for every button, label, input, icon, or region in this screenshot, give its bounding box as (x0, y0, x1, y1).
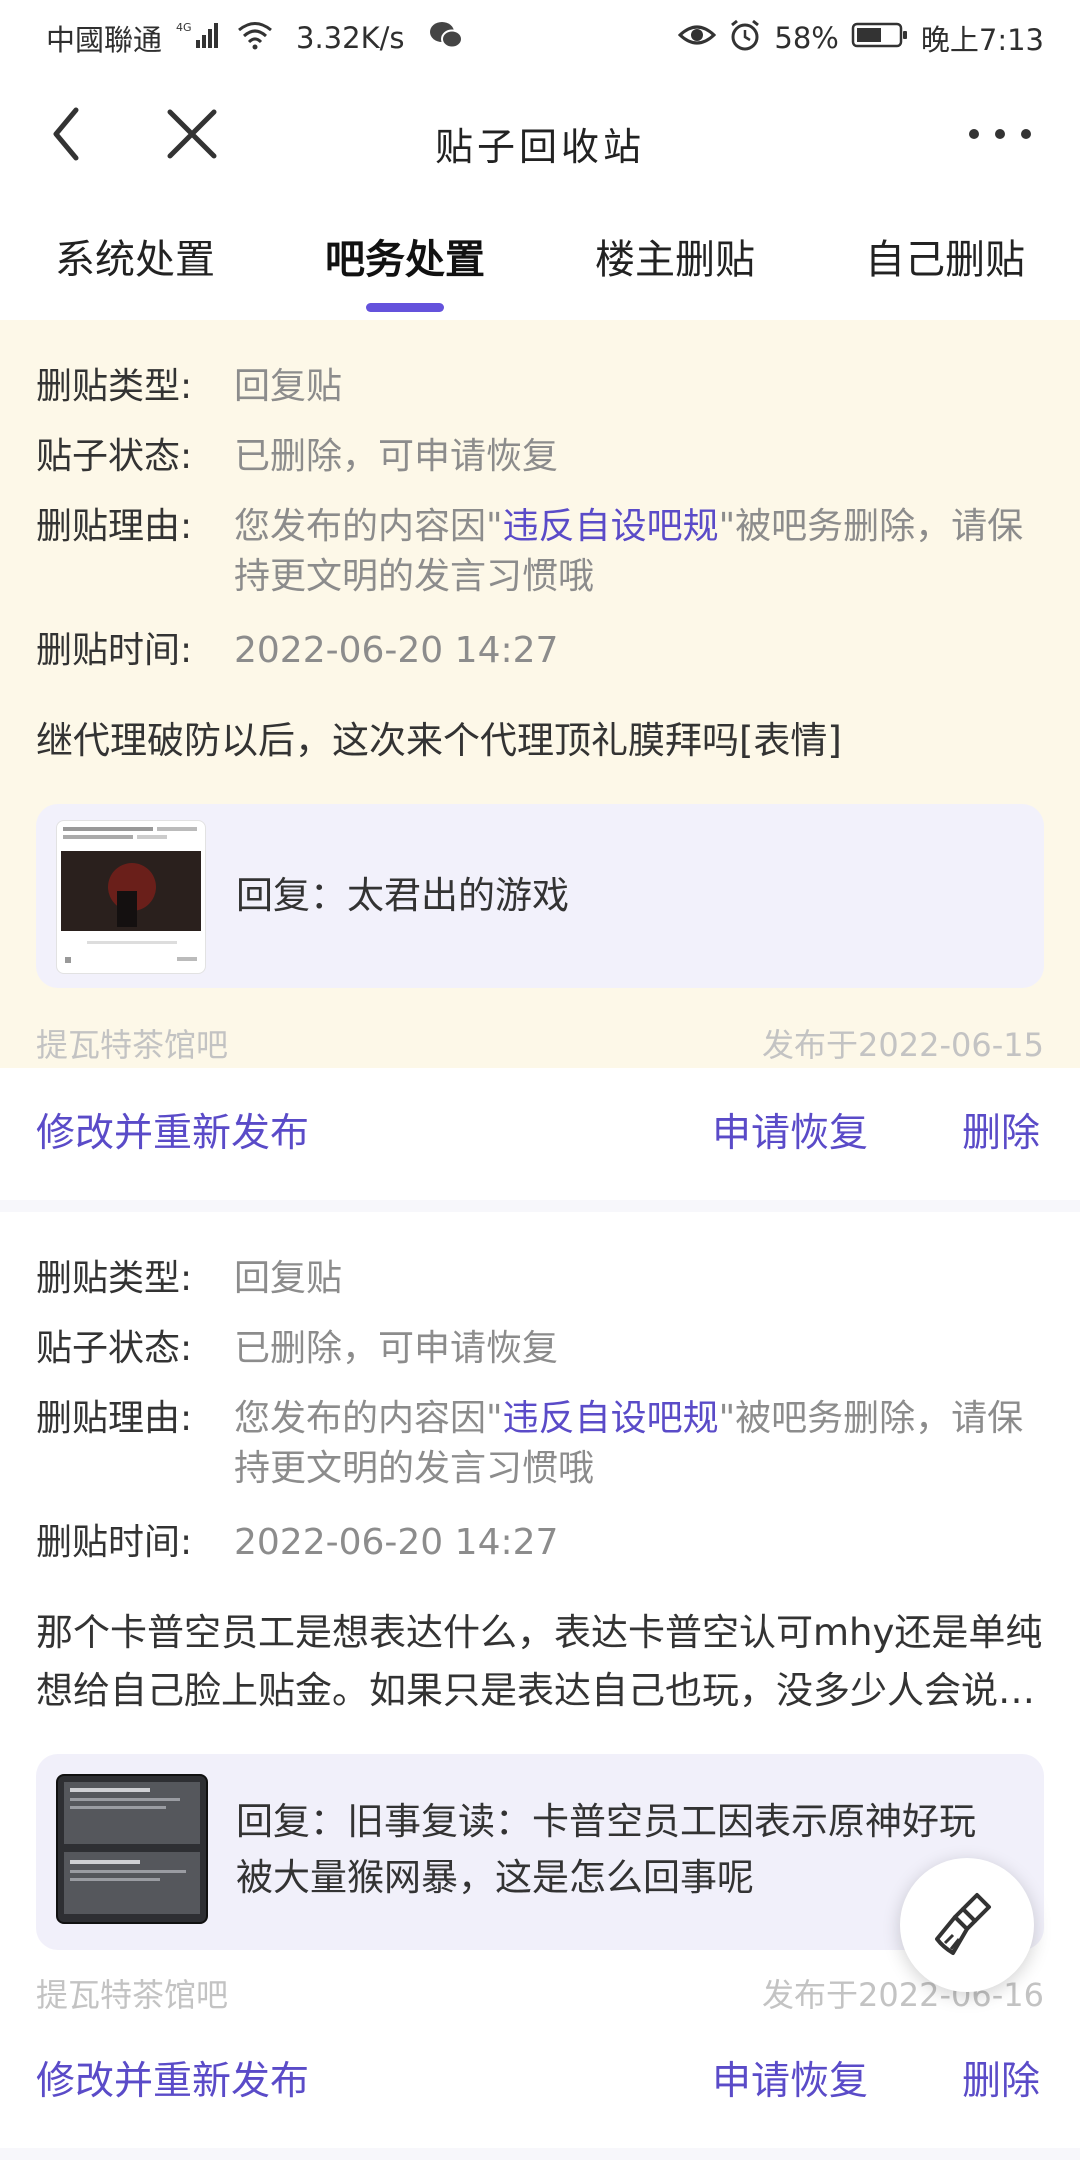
tab-self[interactable]: 自己删贴 (810, 200, 1080, 320)
battery-percent: 58% (774, 21, 839, 55)
eye-icon (678, 21, 717, 56)
delete-time-value: 2022-06-20 14:27 (234, 630, 559, 671)
delete-time-row: 删贴时间: 2022-06-20 14:27 (36, 1518, 1044, 1568)
tab-system[interactable]: 系统处置 (0, 200, 270, 320)
post-content: 继代理破防以后，这次来个代理顶礼膜拜吗[表情] (36, 719, 842, 762)
request-restore-button[interactable]: 申请恢复 (712, 2016, 868, 2148)
title-bar: 贴子回收站 (0, 76, 1080, 200)
delete-reason-row: 删贴理由: 您发布的内容因"违反自设吧规"被吧务删除，请保持更文明的发言习惯哦 (36, 502, 1044, 602)
edit-repost-button[interactable]: 修改并重新发布 (36, 1068, 309, 1200)
delete-type-row: 删贴类型: 回复贴 (36, 1254, 1044, 1304)
wifi-icon (236, 20, 274, 57)
clock-time: 晚上7:13 (920, 23, 1044, 57)
reason-rule-link[interactable]: 违反自设吧规 (503, 506, 719, 547)
tab-admin[interactable]: 吧务处置 (270, 200, 540, 320)
tab-bar: 系统处置 吧务处置 楼主删贴 自己删贴 (0, 200, 1080, 320)
reason-prefix: 您发布的内容因" (234, 1398, 503, 1439)
signal-icon: 4G (176, 20, 222, 57)
reply-text: 回复：太君出的游戏 (236, 874, 569, 917)
post-meta: 提瓦特茶馆吧 发布于2022-06-16 (36, 1970, 1044, 2016)
delete-reason-value: 您发布的内容因"违反自设吧规"被吧务删除，请保持更文明的发言习惯哦 (234, 1394, 1044, 1494)
post-actions: 修改并重新发布 申请恢复 删除 (0, 2016, 1080, 2148)
reason-rule-link[interactable]: 违反自设吧规 (503, 1398, 719, 1439)
post-content: 那个卡普空员工是想表达什么，表达卡普空认可mhy还是单纯想给自己脸上贴金。如果只… (36, 1611, 1043, 1712)
more-dots-icon (969, 129, 1031, 139)
reply-thumbnail (56, 1774, 208, 1924)
delete-button[interactable]: 删除 (962, 1068, 1040, 1200)
reply-quote[interactable]: 回复：太君出的游戏 (36, 804, 1044, 988)
wechat-icon (428, 20, 464, 57)
carrier-label: 中國聯通 (46, 23, 163, 57)
delete-reason-label: 删贴理由: (36, 1398, 193, 1439)
reply-thumbnail (56, 820, 206, 974)
reason-prefix: 您发布的内容因" (234, 506, 503, 547)
status-bar: 中國聯通 4G 3.32K/s 58% 晚上7:13 (0, 0, 1080, 76)
reply-text: 回复：旧事复读：卡普空员工因表示原神好玩被大量猴网暴，这是怎么回事呢 (236, 1800, 976, 1899)
clear-fab-button[interactable] (900, 1858, 1034, 1992)
delete-type-value: 回复贴 (234, 1258, 343, 1299)
delete-time-label: 删贴时间: (36, 630, 193, 671)
forum-name[interactable]: 提瓦特茶馆吧 (36, 1026, 228, 1064)
alarm-icon (728, 19, 762, 58)
page-title: 贴子回收站 (434, 125, 645, 169)
request-restore-button[interactable]: 申请恢复 (712, 1068, 868, 1200)
post-status-label: 贴子状态: (36, 1328, 193, 1369)
post-status-label: 贴子状态: (36, 436, 193, 477)
delete-type-label: 删贴类型: (36, 1258, 193, 1299)
broom-icon (935, 1893, 991, 1955)
reply-quote[interactable]: 回复：旧事复读：卡普空员工因表示原神好玩被大量猴网暴，这是怎么回事呢 (36, 1754, 1044, 1950)
delete-type-row: 删贴类型: 回复贴 (36, 362, 1044, 412)
forum-name[interactable]: 提瓦特茶馆吧 (36, 1976, 228, 2014)
post-meta: 提瓦特茶馆吧 发布于2022-06-15 (36, 1020, 1044, 1066)
battery-icon (851, 21, 909, 56)
delete-time-label: 删贴时间: (36, 1522, 193, 1563)
edit-repost-button[interactable]: 修改并重新发布 (36, 2016, 309, 2148)
network-speed: 3.32K/s (296, 21, 405, 55)
delete-time-row: 删贴时间: 2022-06-20 14:27 (36, 626, 1044, 676)
publish-date: 发布于2022-06-15 (762, 1026, 1044, 1064)
delete-reason-value: 您发布的内容因"违反自设吧规"被吧务删除，请保持更文明的发言习惯哦 (234, 502, 1044, 602)
post-actions: 修改并重新发布 申请恢复 删除 (0, 1068, 1080, 1200)
tab-owner[interactable]: 楼主删贴 (540, 200, 810, 320)
delete-button[interactable]: 删除 (962, 2016, 1040, 2148)
delete-type-value: 回复贴 (234, 366, 343, 407)
svg-text:4G: 4G (176, 21, 192, 34)
post-status-value: 已删除，可申请恢复 (234, 1328, 559, 1369)
post-status-row: 贴子状态: 已删除，可申请恢复 (36, 432, 1044, 482)
post-status-row: 贴子状态: 已删除，可申请恢复 (36, 1324, 1044, 1374)
delete-reason-label: 删贴理由: (36, 506, 193, 547)
delete-reason-row: 删贴理由: 您发布的内容因"违反自设吧规"被吧务删除，请保持更文明的发言习惯哦 (36, 1394, 1044, 1494)
delete-time-value: 2022-06-20 14:27 (234, 1522, 559, 1563)
delete-type-label: 删贴类型: (36, 366, 193, 407)
deleted-post-card[interactable]: 删贴类型: 回复贴 贴子状态: 已删除，可申请恢复 删贴理由: 您发布的内容因"… (0, 320, 1080, 1068)
post-status-value: 已删除，可申请恢复 (234, 436, 559, 477)
more-button[interactable] (964, 104, 1036, 164)
